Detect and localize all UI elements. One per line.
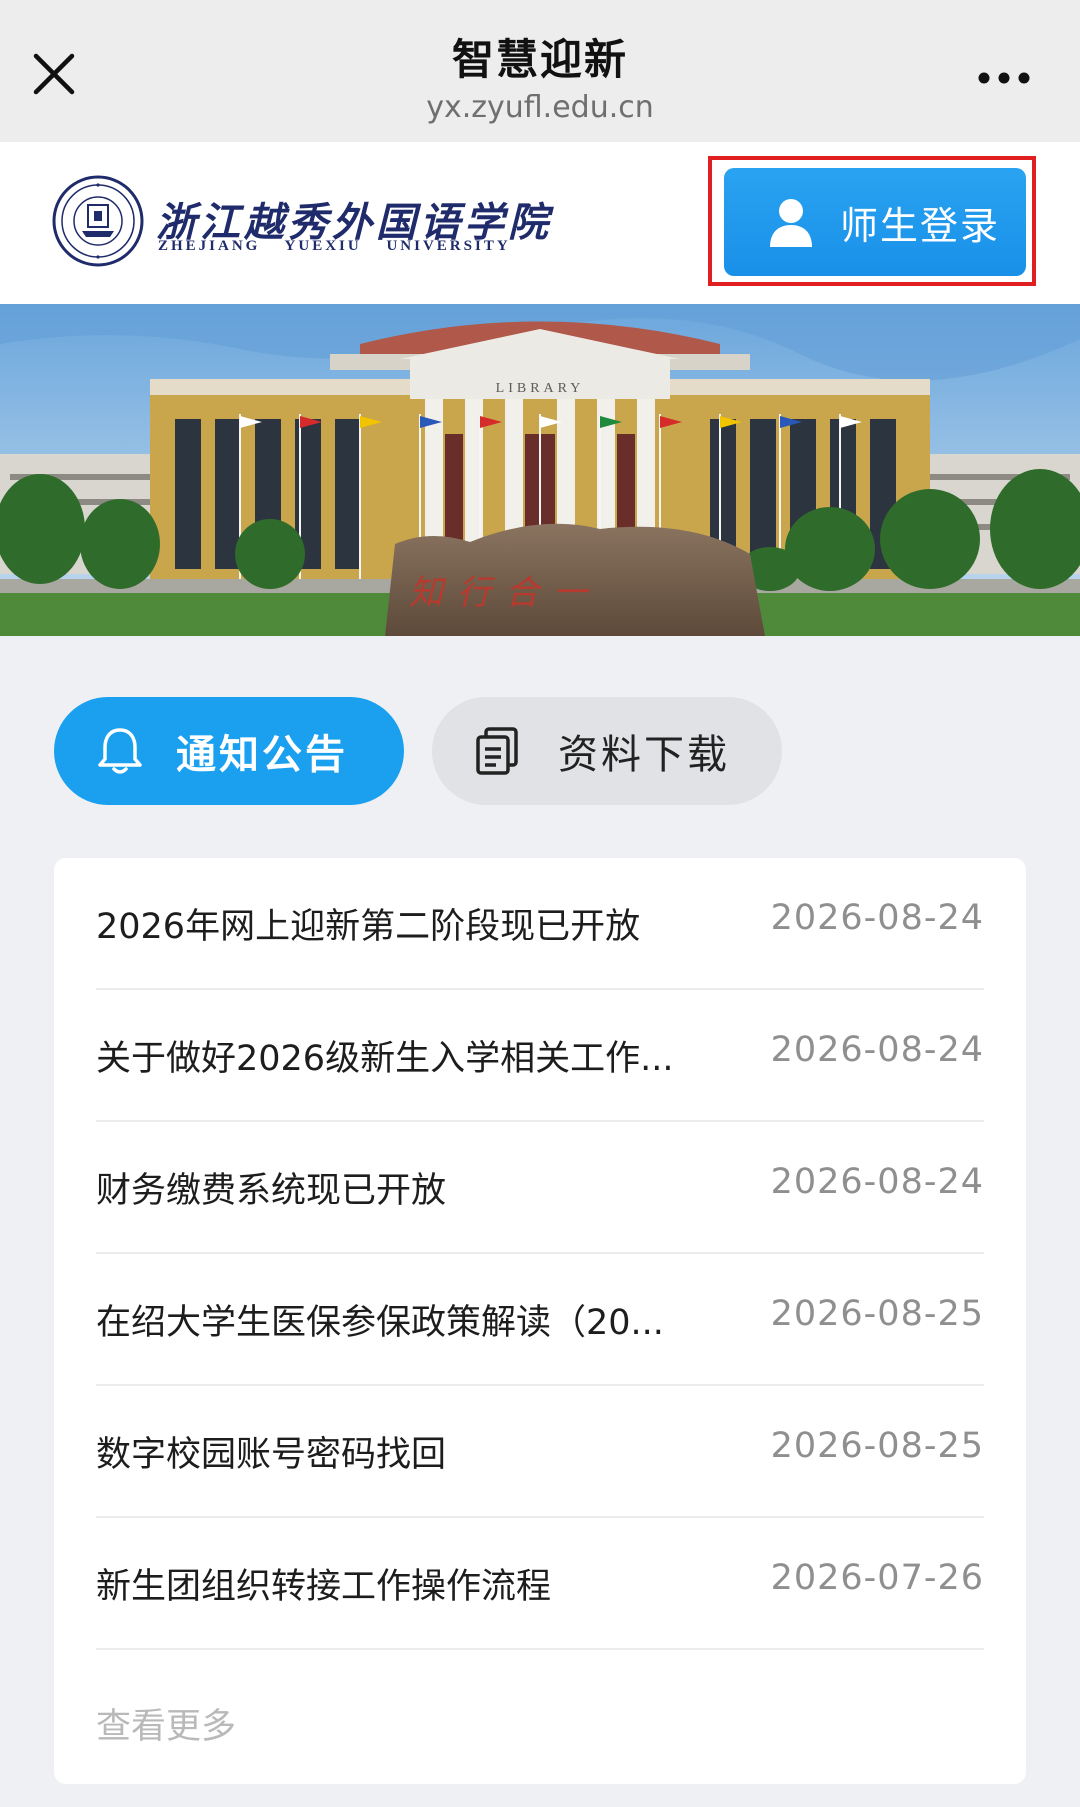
notice-title: 2026年网上迎新第二阶段现已开放 (96, 907, 641, 947)
notice-item[interactable]: 数字校园账号密码找回 2026-08-25 (96, 1386, 984, 1518)
page-title: 智慧迎新 (451, 35, 628, 84)
library-sign: LIBRARY (496, 381, 585, 396)
notice-item[interactable]: 关于做好2026级新生入学相关工作... 2026-08-24 (96, 990, 984, 1122)
notice-item[interactable]: 在绍大学生医保参保政策解读（20... 2026-08-25 (96, 1254, 984, 1386)
user-icon (770, 199, 812, 247)
stone-inscription: 知行合一 (409, 575, 601, 612)
tab-bar: 通知公告 资料下载 (54, 697, 1034, 805)
notice-title: 数字校园账号密码找回 (96, 1435, 447, 1475)
view-more-link[interactable]: 查看更多 (96, 1698, 236, 1749)
notice-date: 2026-08-24 (770, 898, 984, 938)
more-dots-icon (978, 72, 1030, 84)
tab-downloads[interactable]: 资料下载 (432, 697, 782, 805)
notice-date: 2026-08-25 (770, 1426, 984, 1466)
page-url: yx.zyufl.edu.cn (426, 90, 654, 125)
bell-icon (98, 728, 142, 774)
notice-date: 2026-07-26 (770, 1558, 984, 1598)
site-header: 浙江越秀外国语学院 ZHEJIANG YUEXIU UNIVERSITY 师生登… (0, 142, 1080, 304)
notice-date: 2026-08-24 (770, 1030, 984, 1070)
notice-item[interactable]: 财务缴费系统现已开放 2026-08-24 (96, 1122, 984, 1254)
notice-list: 2026年网上迎新第二阶段现已开放 2026-08-24 关于做好2026级新生… (54, 858, 1026, 1784)
notice-item[interactable]: 新生团组织转接工作操作流程 2026-07-26 (96, 1518, 984, 1650)
tab-notices[interactable]: 通知公告 (54, 697, 404, 805)
more-button[interactable] (972, 58, 1036, 98)
login-button-label: 师生登录 (840, 203, 1001, 248)
notice-date: 2026-08-24 (770, 1162, 984, 1202)
tab-downloads-label: 资料下载 (558, 732, 730, 778)
logo-english-name: ZHEJIANG YUEXIU UNIVERSITY (158, 238, 511, 254)
top-bar: 智慧迎新 yx.zyufl.edu.cn (0, 0, 1080, 142)
notice-title: 新生团组织转接工作操作流程 (96, 1567, 552, 1607)
university-seal-logo (52, 175, 144, 267)
campus-banner-image: LIBRARY 知行合一 (0, 304, 1080, 636)
notice-title: 关于做好2026级新生入学相关工作... (96, 1039, 674, 1079)
document-copy-icon (476, 727, 518, 775)
notice-date: 2026-08-25 (770, 1294, 984, 1334)
notice-title: 财务缴费系统现已开放 (96, 1171, 447, 1211)
notice-title: 在绍大学生医保参保政策解读（20... (96, 1303, 664, 1343)
notice-item[interactable]: 2026年网上迎新第二阶段现已开放 2026-08-24 (96, 858, 984, 990)
login-button[interactable]: 师生登录 (724, 168, 1026, 276)
tab-notices-label: 通知公告 (176, 732, 348, 778)
